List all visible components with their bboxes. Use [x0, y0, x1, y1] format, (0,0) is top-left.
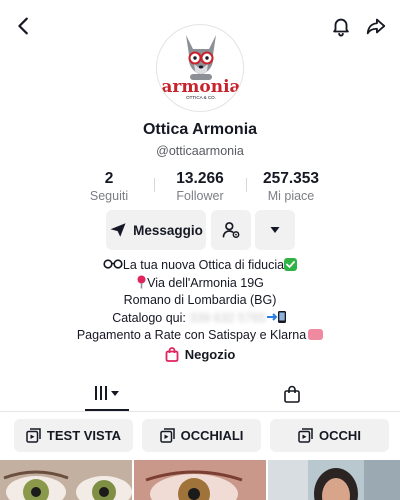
video-thumbnail[interactable] [134, 460, 266, 500]
share-button[interactable] [361, 12, 391, 40]
stat-followers[interactable]: 13.266 Follower [165, 170, 235, 204]
phone-arrow-emoji-icon [266, 310, 286, 323]
stat-label: Follower [176, 189, 224, 203]
caret-down-icon [270, 227, 280, 233]
person-thumbnail-image [268, 460, 400, 500]
profile-tabs [0, 376, 400, 412]
tab-videos[interactable] [85, 376, 129, 411]
credit-card-emoji-icon [308, 329, 324, 340]
chevron-left-icon [18, 17, 28, 35]
stat-divider [246, 178, 247, 192]
profile-bio: La tua nuova Ottica di fiducia Via dell'… [0, 257, 400, 345]
stat-value: 2 [104, 170, 114, 187]
stat-label: Seguiti [89, 189, 129, 203]
share-arrow-icon [366, 18, 386, 35]
bio-text: Pagamento a Rate con Satispay e Klarna [76, 328, 307, 342]
bio-text: La tua nuova Ottica di fiducia [122, 258, 285, 272]
video-thumbnail[interactable] [268, 460, 400, 500]
message-label: Messaggio [133, 222, 203, 238]
video-grid [0, 460, 400, 500]
glasses-emoji-icon [103, 259, 123, 269]
send-icon [110, 223, 126, 237]
bell-icon [333, 18, 349, 37]
logo-subtext: OTTICA & CO. [186, 95, 216, 100]
video-thumbnail[interactable] [0, 460, 132, 500]
blurred-phone-number: 339 632 5765 [189, 310, 266, 325]
stat-divider [154, 178, 155, 192]
eyes-thumbnail-image [0, 460, 132, 500]
playlist-label: OCCHI [319, 428, 361, 443]
bio-text: Catalogo qui: [112, 310, 190, 325]
bag-icon [284, 385, 300, 403]
profile-name: Ottica Armonia [142, 121, 258, 138]
message-button[interactable]: Messaggio [106, 210, 206, 250]
more-options-button[interactable] [255, 210, 295, 250]
armonia-logo: armonia OTTICA & CO. [161, 35, 241, 100]
logo-text: armonia [161, 77, 240, 97]
stat-value: 257.353 [262, 170, 320, 187]
shopping-bag-icon [165, 347, 179, 362]
profile-handle: @otticaarmonia [156, 144, 244, 158]
add-friend-button[interactable] [211, 210, 251, 250]
bio-line: Romano di Lombardia (BG) [123, 293, 277, 307]
bio-text: Via dell'Armonia 19G [147, 275, 264, 290]
playlist-label: TEST VISTA [46, 428, 122, 443]
avatar[interactable]: armonia OTTICA & CO. [156, 24, 244, 112]
grid-bars-icon [95, 385, 119, 400]
eye-closeup-thumbnail-image [134, 460, 266, 500]
playlist-test-vista[interactable]: TEST VISTA [14, 419, 133, 452]
profile-stats: 2 Seguiti 13.266 Follower 257.353 Mi pia… [0, 170, 400, 206]
check-emoji-icon [284, 258, 298, 271]
notification-button[interactable] [327, 12, 355, 40]
stat-following[interactable]: 2 Seguiti [84, 170, 134, 204]
bio-line: Catalogo qui: 339 632 5765 [0, 310, 400, 328]
bio-line: La tua nuova Ottica di fiducia [0, 257, 400, 275]
shop-label: Negozio [184, 347, 236, 362]
profile-actions: Messaggio [0, 210, 400, 250]
tab-shop[interactable] [270, 376, 314, 412]
add-user-icon [222, 222, 240, 239]
shop-link[interactable]: Negozio [0, 347, 400, 362]
playlist-icon [298, 428, 313, 443]
playlist-row: TEST VISTA OCCHIALI OCCHI [0, 419, 400, 453]
playlist-occhi[interactable]: OCCHI [270, 419, 389, 452]
stat-label: Mi piace [267, 189, 315, 203]
pin-emoji-icon [137, 275, 146, 288]
bio-line: Pagamento a Rate con Satispay e Klarna [0, 327, 400, 345]
playlist-occhiali[interactable]: OCCHIALI [142, 419, 261, 452]
playlist-icon [159, 428, 175, 443]
playlist-icon [26, 428, 41, 443]
stat-likes[interactable]: 257.353 Mi piace [254, 170, 328, 204]
bio-line: Via dell'Armonia 19G [0, 275, 400, 293]
playlist-label: OCCHIALI [180, 428, 244, 443]
stat-value: 13.266 [176, 170, 224, 187]
back-button[interactable] [10, 12, 38, 40]
